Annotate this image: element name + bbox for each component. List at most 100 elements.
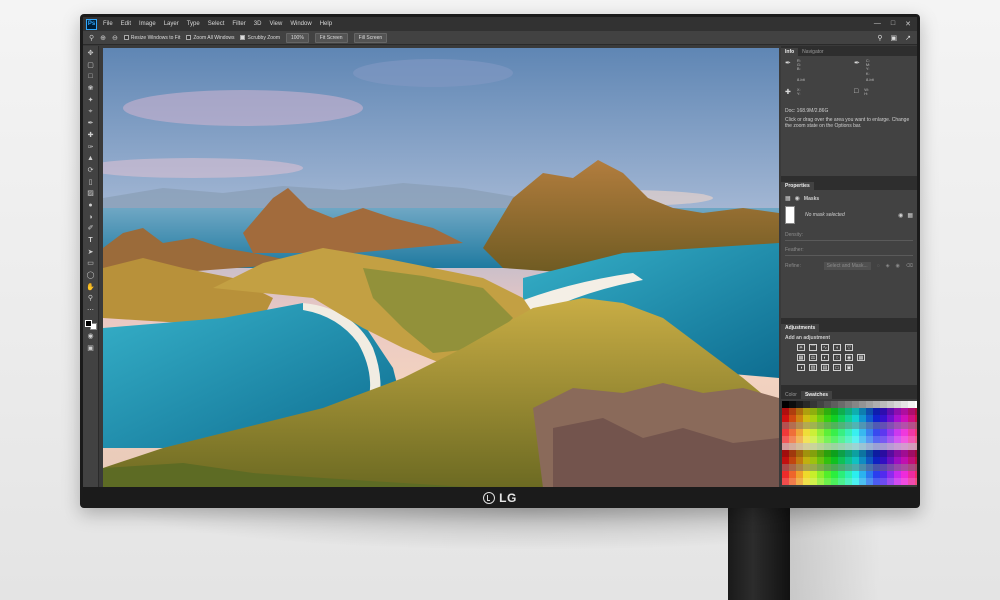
color-swatch[interactable] <box>824 478 831 485</box>
share-icon[interactable]: ↗ <box>905 34 911 42</box>
vector-mask-icon[interactable]: ◉ <box>795 195 800 202</box>
color-swatch[interactable] <box>915 443 917 450</box>
workspace-icon[interactable]: ▣ <box>891 34 898 42</box>
color-swatch[interactable] <box>873 443 880 450</box>
color-swatch[interactable] <box>866 422 873 429</box>
pixel-mask-icon[interactable]: ▦ <box>785 195 791 202</box>
color-swatch[interactable] <box>880 464 887 471</box>
color-swatch[interactable] <box>810 408 817 415</box>
color-swatch[interactable] <box>789 450 796 457</box>
color-swatch[interactable] <box>845 401 852 408</box>
color-swatch[interactable] <box>810 457 817 464</box>
color-swatch[interactable] <box>817 457 824 464</box>
color-swatch[interactable] <box>866 457 873 464</box>
color-swatch[interactable] <box>880 457 887 464</box>
ellipse-tool-icon[interactable]: ◯ <box>87 271 95 281</box>
color-swatch[interactable] <box>817 408 824 415</box>
color-swatch[interactable] <box>789 478 796 485</box>
color-swatch[interactable] <box>894 471 901 478</box>
color-swatch[interactable] <box>866 464 873 471</box>
zoom-100-button[interactable]: 100% <box>286 32 309 43</box>
rectangle-tool-icon[interactable]: ▭ <box>87 259 94 269</box>
color-swatch[interactable] <box>796 415 803 422</box>
visibility-icon[interactable]: ◉ <box>896 263 900 269</box>
color-swatch[interactable] <box>810 429 817 436</box>
color-swatch[interactable] <box>866 401 873 408</box>
color-swatch[interactable] <box>817 471 824 478</box>
color-swatch[interactable] <box>789 457 796 464</box>
color-swatch[interactable] <box>845 436 852 443</box>
menu-help[interactable]: Help <box>320 21 332 27</box>
color-swatch[interactable] <box>796 457 803 464</box>
color-swatch[interactable] <box>894 436 901 443</box>
color-swatch[interactable] <box>887 415 894 422</box>
color-swatch[interactable] <box>824 422 831 429</box>
color-swatch[interactable] <box>810 443 817 450</box>
color-swatch[interactable] <box>796 471 803 478</box>
color-swatch[interactable] <box>894 415 901 422</box>
color-swatch[interactable] <box>824 436 831 443</box>
color-swatch[interactable] <box>894 422 901 429</box>
color-balance-icon[interactable]: ⚖ <box>809 354 817 361</box>
color-swatch[interactable] <box>852 478 859 485</box>
color-swatch[interactable] <box>831 436 838 443</box>
color-swatch[interactable] <box>908 471 915 478</box>
screen-mode-icon[interactable]: ▣ <box>87 344 94 354</box>
selective-color-icon[interactable]: ▣ <box>845 364 853 371</box>
color-swatch[interactable] <box>838 436 845 443</box>
color-swatch[interactable] <box>824 471 831 478</box>
minimize-button[interactable]: — <box>874 20 881 28</box>
color-swatch[interactable] <box>796 478 803 485</box>
color-swatch[interactable] <box>908 450 915 457</box>
color-swatch[interactable] <box>915 436 917 443</box>
menu-filter[interactable]: Filter <box>232 21 245 27</box>
color-swatch[interactable] <box>845 429 852 436</box>
color-swatch[interactable] <box>845 464 852 471</box>
color-swatch[interactable] <box>817 429 824 436</box>
color-swatch[interactable] <box>880 408 887 415</box>
color-swatch[interactable] <box>803 401 810 408</box>
color-swatch[interactable] <box>852 429 859 436</box>
color-swatch[interactable] <box>838 478 845 485</box>
color-swatch[interactable] <box>803 422 810 429</box>
color-swatch[interactable] <box>880 450 887 457</box>
color-swatch[interactable] <box>880 478 887 485</box>
color-swatch[interactable] <box>859 457 866 464</box>
marquee-tool-icon[interactable]: □ <box>88 72 92 82</box>
color-swatch[interactable] <box>866 471 873 478</box>
color-swatch[interactable] <box>796 422 803 429</box>
color-swatch[interactable] <box>838 415 845 422</box>
move-tool-icon[interactable]: ✥ <box>88 49 94 59</box>
color-swatch[interactable] <box>859 422 866 429</box>
color-swatch[interactable] <box>887 471 894 478</box>
scrubby-zoom-checkbox[interactable]: Scrubby Zoom <box>240 35 280 41</box>
add-vector-mask-icon[interactable]: ▦ <box>907 212 913 219</box>
zoom-tool-icon[interactable]: ⚲ <box>89 34 94 42</box>
swatch-grid[interactable] <box>781 399 917 487</box>
color-swatch[interactable] <box>810 415 817 422</box>
color-swatch[interactable] <box>915 450 917 457</box>
color-swatch[interactable] <box>817 401 824 408</box>
color-swatch[interactable] <box>887 450 894 457</box>
color-swatch[interactable] <box>831 422 838 429</box>
color-swatch[interactable] <box>866 408 873 415</box>
color-swatch[interactable] <box>803 464 810 471</box>
blur-tool-icon[interactable]: ● <box>88 201 92 211</box>
color-swatch[interactable] <box>824 429 831 436</box>
color-swatch[interactable] <box>803 408 810 415</box>
color-swatch[interactable] <box>908 429 915 436</box>
color-swatch[interactable] <box>852 408 859 415</box>
black-white-icon[interactable]: ◐ <box>821 354 829 361</box>
color-swatch[interactable] <box>831 464 838 471</box>
color-swatch[interactable] <box>894 457 901 464</box>
color-swatch[interactable] <box>908 415 915 422</box>
color-swatch[interactable] <box>866 478 873 485</box>
color-swatch[interactable] <box>824 401 831 408</box>
color-swatch[interactable] <box>824 464 831 471</box>
color-swatch[interactable] <box>873 408 880 415</box>
color-swatch[interactable] <box>810 401 817 408</box>
color-swatch[interactable] <box>901 478 908 485</box>
color-swatch[interactable] <box>810 471 817 478</box>
color-swatch[interactable] <box>859 464 866 471</box>
color-swatch[interactable] <box>824 443 831 450</box>
